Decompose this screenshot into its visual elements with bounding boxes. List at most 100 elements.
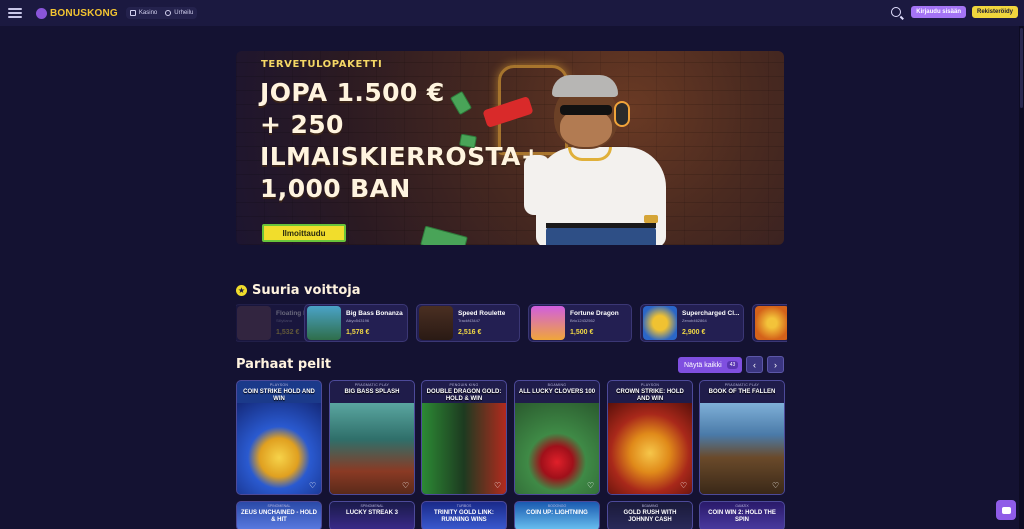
game-provider: BOOONGO bbox=[547, 504, 567, 508]
game-thumbnail bbox=[237, 306, 271, 340]
cash-illustration bbox=[459, 133, 477, 149]
game-title: CROWN STRIKE: HOLD AND WIN bbox=[616, 389, 684, 402]
win-amount: 2,516 € bbox=[458, 329, 482, 336]
signup-button[interactable]: Ilmoittaudu bbox=[262, 224, 346, 242]
heart-icon[interactable]: ♡ bbox=[402, 482, 410, 490]
hero-banner[interactable]: TERVETULOPAKETTI JOPA 1.500 € + 250 ILMA… bbox=[236, 51, 784, 245]
main-nav: Kasino Urheilu bbox=[125, 7, 198, 19]
win-info: Speed Roulette Trackf43447 2,516 € bbox=[458, 310, 505, 336]
nav-sports[interactable]: Urheilu bbox=[165, 10, 193, 16]
big-wins-heading: ★ Suuria voittoja bbox=[236, 283, 361, 298]
logo[interactable]: BONUSKONG bbox=[36, 7, 118, 19]
game-title: BIG BASS SPLASH bbox=[344, 389, 400, 395]
nav-casino[interactable]: Kasino bbox=[129, 10, 158, 16]
support-chat-button[interactable] bbox=[996, 500, 1016, 520]
game-card[interactable]: BGAMING ALL LUCKY CLOVERS 100 ♡ bbox=[514, 380, 600, 495]
show-all-count: 43 bbox=[726, 361, 739, 369]
win-game-name: Big Bass Bonanza bbox=[346, 310, 403, 317]
best-games-heading: Parhaat pelit bbox=[236, 357, 331, 372]
game-provider: TURBOS bbox=[456, 504, 472, 508]
game-title: ZEUS UNCHAINED - HOLD & HIT bbox=[241, 510, 317, 523]
hero-title-line-4: 1,000 BAN bbox=[260, 174, 411, 203]
login-button[interactable]: Kirjaudu sisään bbox=[911, 6, 966, 18]
game-card[interactable]: PRAGMATIC PLAY BOOK OF THE FALLEN ♡ bbox=[699, 380, 785, 495]
chevron-right-icon: › bbox=[774, 359, 777, 370]
win-game-name: Speed Roulette bbox=[458, 310, 506, 317]
win-username: Brio12432562 bbox=[570, 318, 595, 323]
game-title: DOUBLE DRAGON GOLD: HOLD & WIN bbox=[426, 389, 502, 402]
gorilla-logo-icon bbox=[36, 7, 47, 19]
game-provider: PRAGMATIC PLAY bbox=[724, 383, 760, 387]
win-amount: 1,578 € bbox=[346, 329, 370, 336]
hero-title-line-3: ILMAISKIERROSTA+ bbox=[260, 142, 543, 171]
game-card[interactable]: BOOONGO COIN UP: LIGHTNING bbox=[514, 501, 600, 529]
heart-icon[interactable]: ♡ bbox=[494, 482, 502, 490]
game-card[interactable]: PENGUIN KING DOUBLE DRAGON GOLD: HOLD & … bbox=[421, 380, 507, 495]
chat-icon bbox=[1001, 506, 1011, 514]
game-provider: SPINOMENAL bbox=[360, 504, 384, 508]
heart-icon[interactable]: ♡ bbox=[587, 482, 595, 490]
win-card[interactable]: Big Bass Bonanza Aikyo543196 1,578 € bbox=[304, 304, 408, 342]
big-wins-title: Suuria voittoja bbox=[252, 283, 361, 298]
game-card[interactable]: GAMZIX COIN WIN 2: HOLD THE SPIN bbox=[699, 501, 785, 529]
game-thumbnail bbox=[531, 306, 565, 340]
game-title: TRINITY GOLD LINK: RUNNING WINS bbox=[434, 510, 494, 523]
search-icon[interactable] bbox=[891, 7, 902, 17]
casino-icon bbox=[129, 10, 136, 16]
heart-icon[interactable]: ♡ bbox=[772, 482, 780, 490]
big-wins-carousel[interactable]: Floating Dr Sillytiana 1,532 € Big Bass … bbox=[236, 304, 787, 342]
game-title: BOOK OF THE FALLEN bbox=[708, 389, 776, 395]
sports-icon bbox=[165, 10, 172, 16]
best-games-title: Parhaat pelit bbox=[236, 357, 332, 372]
game-card[interactable]: SPINOMENAL ZEUS UNCHAINED - HOLD & HIT bbox=[236, 501, 322, 529]
game-title: ALL LUCKY CLOVERS 100 bbox=[518, 389, 596, 395]
mascot-jeans bbox=[546, 225, 656, 245]
win-card[interactable]: Speed Roulette Trackf43447 2,516 € bbox=[416, 304, 520, 342]
hero-kicker: TERVETULOPAKETTI bbox=[261, 59, 383, 70]
menu-icon[interactable] bbox=[8, 8, 22, 18]
game-provider: GAMZIX bbox=[735, 504, 749, 508]
win-card[interactable]: Supercharged Cl... Zenob462864 2,900 € bbox=[640, 304, 744, 342]
mascot-arm bbox=[524, 155, 550, 215]
game-provider: PENGUIN KING bbox=[449, 383, 479, 387]
win-amount: 2,900 € bbox=[682, 329, 706, 336]
game-card[interactable]: PLAYSON CROWN STRIKE: HOLD AND WIN ♡ bbox=[607, 380, 693, 495]
logo-text: BONUSKONG bbox=[50, 7, 118, 19]
heart-icon[interactable]: ♡ bbox=[680, 482, 688, 490]
game-title: COIN WIN 2: HOLD THE SPIN bbox=[708, 510, 776, 523]
game-thumbnail bbox=[307, 306, 341, 340]
register-button[interactable]: Rekisteröidy bbox=[971, 6, 1018, 18]
game-title: LUCKY STREAK 3 bbox=[346, 510, 398, 516]
win-info: Fortune Dragon Brio12432562 1,500 € bbox=[570, 310, 619, 336]
game-card[interactable]: TURBOS TRINITY GOLD LINK: RUNNING WINS bbox=[421, 501, 507, 529]
show-all-button[interactable]: Näytä kaikki 43 bbox=[678, 357, 743, 373]
game-card[interactable]: PLAYSON COIN STRIKE HOLD AND WIN ♡ bbox=[236, 380, 322, 495]
win-username: Trackf43447 bbox=[458, 318, 481, 323]
game-card[interactable]: BGAMING GOLD RUSH WITH JOHNNY CASH bbox=[607, 501, 693, 529]
heart-icon[interactable]: ♡ bbox=[309, 482, 317, 490]
game-provider: PLAYSON bbox=[640, 383, 660, 387]
game-provider: PRAGMATIC PLAY bbox=[354, 383, 390, 387]
carousel-next-button[interactable]: › bbox=[767, 356, 784, 373]
game-provider: BGAMING bbox=[547, 383, 567, 387]
star-icon: ★ bbox=[236, 285, 247, 296]
game-thumbnail bbox=[643, 306, 677, 340]
page-scrollbar[interactable] bbox=[1019, 26, 1024, 529]
win-username: Zenob462864 bbox=[682, 318, 707, 323]
mascot-sunglasses bbox=[560, 105, 612, 115]
watch-illustration bbox=[644, 215, 658, 223]
headphones-icon bbox=[614, 101, 630, 127]
win-info: Supercharged Cl... Zenob462864 2,900 € bbox=[682, 310, 739, 336]
win-game-name: Supercharged Cl... bbox=[682, 310, 740, 317]
game-provider: PLAYSON bbox=[269, 383, 289, 387]
show-all-label: Näytä kaikki bbox=[684, 361, 722, 369]
win-card[interactable]: Fortune Dragon Brio12432562 1,500 € bbox=[528, 304, 632, 342]
chevron-left-icon: ‹ bbox=[753, 359, 756, 370]
nav-casino-label: Kasino bbox=[138, 10, 158, 16]
game-card[interactable]: SPINOMENAL LUCKY STREAK 3 bbox=[329, 501, 415, 529]
carousel-prev-button[interactable]: ‹ bbox=[746, 356, 763, 373]
win-card[interactable] bbox=[752, 304, 787, 342]
game-card[interactable]: PRAGMATIC PLAY BIG BASS SPLASH ♡ bbox=[329, 380, 415, 495]
hero-title: JOPA 1.500 € + 250 ILMAISKIERROSTA+ 1,00… bbox=[260, 77, 550, 205]
scrollbar-thumb[interactable] bbox=[1020, 28, 1023, 108]
